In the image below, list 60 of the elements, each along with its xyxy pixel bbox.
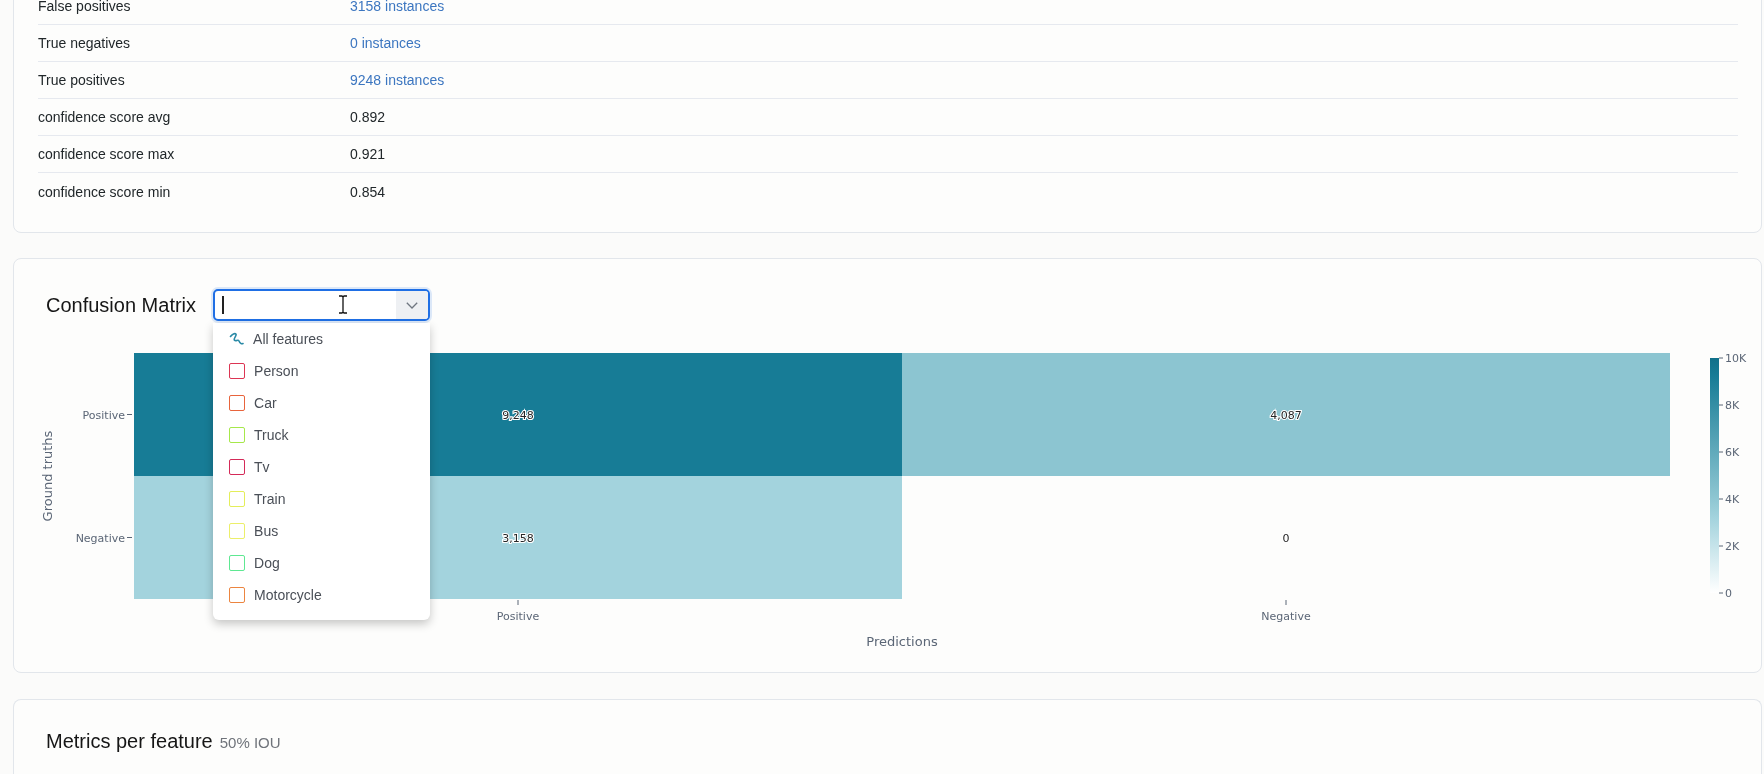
x-axis-label: Positive	[496, 610, 540, 623]
metric-label: True positives	[38, 72, 125, 88]
metric-label: confidence score min	[38, 183, 171, 200]
section-title: Metrics per feature	[46, 730, 213, 753]
tick-mark	[126, 414, 133, 415]
checkbox[interactable]	[229, 587, 246, 603]
instances-link[interactable]: 3158 instances	[350, 0, 445, 14]
tick-mark	[1718, 498, 1724, 500]
checkbox[interactable]	[229, 395, 246, 411]
feature-option[interactable]: Motorcycle	[213, 579, 431, 611]
cell-value-label: 4,087	[1270, 408, 1302, 422]
checkbox[interactable]	[229, 459, 246, 475]
metric-value: 0.921	[350, 146, 386, 162]
tick-mark	[1718, 451, 1724, 453]
all-features-option[interactable]: All features	[213, 323, 431, 355]
instances-link[interactable]: 9248 instances	[350, 72, 445, 88]
feature-option[interactable]: Bus	[213, 515, 431, 547]
y-axis-label: Positive	[82, 408, 125, 422]
cell-value-label: 9,248	[502, 408, 534, 422]
colorbar-tick-label: 6K	[1725, 446, 1740, 459]
colorbar-tick-label: 10K	[1725, 352, 1747, 365]
dropdown-toggle-button[interactable]	[396, 291, 429, 319]
metric-label: confidence score avg	[38, 109, 171, 125]
y-axis-label: Negative	[75, 531, 125, 545]
cell-value-label: 3,158	[502, 531, 534, 545]
section-title: Confusion Matrix	[46, 293, 197, 317]
feature-option[interactable]: Dog	[213, 547, 431, 579]
metric-value: 0.892	[350, 109, 386, 125]
iou-caption: 50% IOU	[219, 734, 281, 751]
colorbar-tick-label: 2K	[1725, 540, 1740, 553]
feature-option[interactable]: Train	[213, 483, 431, 515]
colorbar-tick-label: 8K	[1725, 399, 1740, 412]
instances-link[interactable]: 0 instances	[350, 35, 421, 51]
tick-mark	[1718, 545, 1724, 547]
tick-mark	[1718, 404, 1724, 406]
tick-mark	[1718, 592, 1724, 594]
feature-option[interactable]: Truck	[213, 419, 431, 451]
text-caret-icon	[222, 296, 225, 314]
feature-option[interactable]: Person	[213, 355, 431, 387]
x-axis-label: Negative	[1261, 610, 1311, 623]
metric-value: 0.854	[350, 183, 386, 200]
colorbar-tick-label: 4K	[1725, 493, 1740, 506]
colorbar-tick-label: 0	[1725, 587, 1732, 600]
tick-mark	[1285, 599, 1287, 606]
metric-label: confidence score max	[38, 146, 175, 162]
tick-mark	[1718, 357, 1724, 359]
metric-label: False positives	[38, 0, 131, 14]
checkbox[interactable]	[229, 363, 246, 379]
tick-mark	[126, 537, 133, 538]
x-axis-title: Predictions	[866, 634, 938, 649]
feature-select-field[interactable]	[213, 289, 431, 321]
chevron-down-icon	[406, 301, 419, 309]
y-axis-title: Ground truths	[40, 430, 55, 522]
cell-value-label: 0	[1282, 531, 1290, 545]
feature-option[interactable]: Tv	[213, 451, 431, 483]
feature-option[interactable]: Car	[213, 387, 431, 419]
metric-label: True negatives	[38, 35, 131, 51]
squiggle-icon	[229, 332, 245, 346]
tick-mark	[517, 599, 519, 606]
ibeam-pointer-icon	[338, 295, 349, 314]
